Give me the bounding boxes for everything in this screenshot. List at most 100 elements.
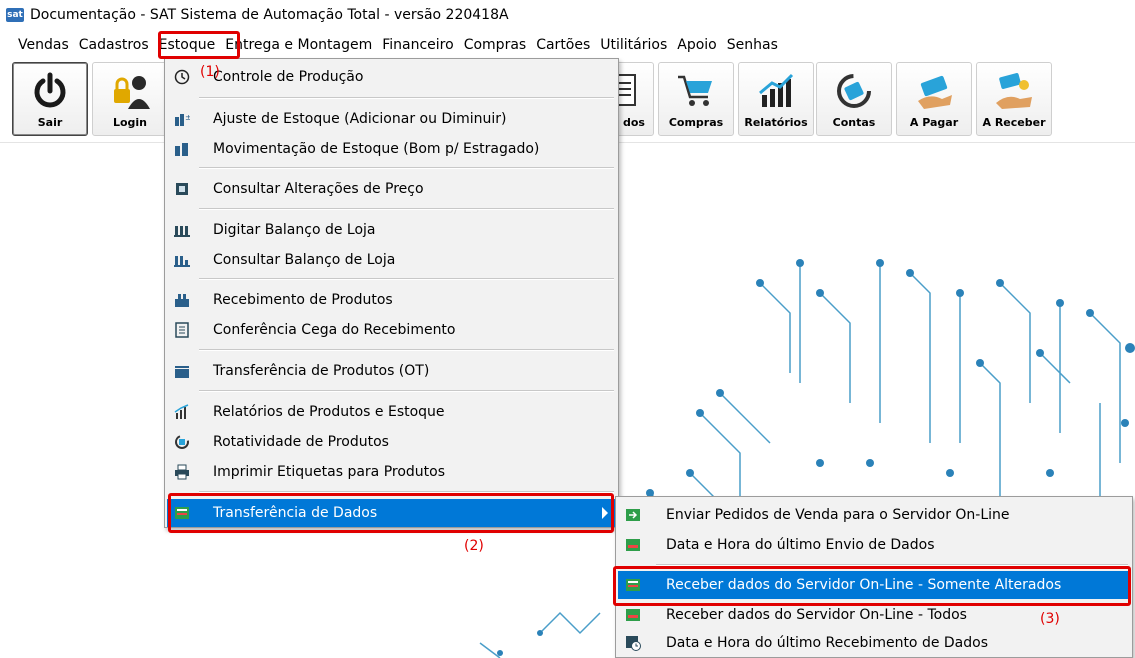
- sair-label: Sair: [37, 116, 63, 129]
- menu-senhas[interactable]: Senhas: [722, 34, 783, 56]
- relatorios-label: Relatórios: [744, 116, 808, 129]
- money-cycle-icon: [837, 74, 871, 108]
- menu-financeiro[interactable]: Financeiro: [377, 34, 458, 56]
- price-icon: [173, 180, 191, 198]
- login-button[interactable]: Login: [92, 62, 168, 136]
- login-label: Login: [112, 116, 148, 129]
- submenu-item-data-envio[interactable]: Data e Hora do último Envio de Dados: [618, 531, 1130, 559]
- submenu-item-label: Receber dados do Servidor On-Line - Todo…: [666, 607, 967, 623]
- menu-item-label: Consultar Alterações de Preço: [213, 181, 424, 197]
- annotation-label-1: (1): [200, 64, 220, 80]
- menu-item-label: Imprimir Etiquetas para Produtos: [213, 464, 446, 480]
- menu-compras[interactable]: Compras: [459, 34, 532, 56]
- pay-money-icon: [918, 75, 952, 109]
- menu-cadastros[interactable]: Cadastros: [74, 34, 154, 56]
- menu-bar: Vendas Cadastros Estoque Entrega e Monta…: [0, 34, 1135, 56]
- menu-item-movimentacao-estoque[interactable]: Movimentação de Estoque (Bom p/ Estragad…: [167, 135, 616, 163]
- menu-separator: [199, 390, 614, 392]
- transferencia-dados-submenu: Enviar Pedidos de Venda para o Servidor …: [615, 496, 1133, 658]
- checklist-icon: [173, 321, 191, 339]
- menu-utilitarios[interactable]: Utilitários: [595, 34, 672, 56]
- submenu-item-data-recebimento[interactable]: Data e Hora do último Recebimento de Dad…: [618, 629, 1130, 657]
- menu-item-transferencia-dados[interactable]: Transferência de Dados: [167, 499, 616, 527]
- menu-cartoes[interactable]: Cartões: [531, 34, 595, 56]
- menu-item-ajuste-estoque[interactable]: ± Ajuste de Estoque (Adicionar ou Diminu…: [167, 105, 616, 133]
- clock-icon: [173, 68, 191, 86]
- submenu-item-label: Enviar Pedidos de Venda para o Servidor …: [666, 507, 1010, 523]
- contas-label: Contas: [832, 116, 876, 129]
- data-transfer-icon: [173, 504, 191, 522]
- title-bar: sat Documentação - SAT Sistema de Automa…: [0, 0, 1135, 30]
- menu-item-transferencia-produtos[interactable]: Transferência de Produtos (OT): [167, 357, 616, 385]
- compras-button[interactable]: Compras: [658, 62, 734, 136]
- receive-money-icon: [996, 73, 1032, 109]
- menu-item-label: Transferência de Dados: [213, 505, 378, 521]
- menu-item-label: Recebimento de Produtos: [213, 292, 393, 308]
- balance-icon: [173, 221, 191, 239]
- sair-button[interactable]: Sair: [12, 62, 88, 136]
- apagar-button[interactable]: A Pagar: [896, 62, 972, 136]
- menu-item-imprimir-etiquetas[interactable]: Imprimir Etiquetas para Produtos: [167, 458, 616, 486]
- menu-separator: [199, 278, 614, 280]
- menu-estoque[interactable]: Estoque: [154, 34, 221, 56]
- svg-text:±: ±: [185, 113, 190, 122]
- menu-item-label: Transferência de Produtos (OT): [213, 363, 430, 379]
- cart-icon: [678, 75, 712, 106]
- menu-separator: [199, 167, 614, 169]
- contas-button[interactable]: Contas: [816, 62, 892, 136]
- stock-adjust-icon: ±: [173, 110, 191, 128]
- relatorios-button[interactable]: Relatórios: [738, 62, 814, 136]
- compras-label: Compras: [668, 116, 724, 129]
- menu-separator: [199, 97, 614, 99]
- menu-item-label: Controle de Produção: [213, 69, 364, 85]
- areceber-label: A Receber: [982, 116, 1046, 129]
- menu-item-label: Movimentação de Estoque (Bom p/ Estragad…: [213, 141, 540, 157]
- menu-entrega-montagem[interactable]: Entrega e Montagem: [220, 34, 377, 56]
- menu-item-conferencia-cega[interactable]: Conferência Cega do Recebimento: [167, 316, 616, 344]
- menu-apoio[interactable]: Apoio: [672, 34, 721, 56]
- send-time-icon: [624, 536, 642, 554]
- balance-query-icon: [173, 251, 191, 269]
- menu-item-controle-producao[interactable]: Controle de Produção: [167, 63, 616, 91]
- submenu-item-label: Data e Hora do último Envio de Dados: [666, 537, 935, 553]
- window-title: Documentação - SAT Sistema de Automação …: [30, 7, 509, 23]
- estoque-dropdown-menu: Controle de Produção ± Ajuste de Estoque…: [164, 58, 619, 528]
- menu-separator: [199, 349, 614, 351]
- transfer-icon: [173, 362, 191, 380]
- menu-item-label: Consultar Balanço de Loja: [213, 252, 396, 268]
- receive-all-icon: [624, 606, 642, 624]
- menu-item-label: Ajuste de Estoque (Adicionar ou Diminuir…: [213, 111, 507, 127]
- menu-item-label: Rotatividade de Produtos: [213, 434, 389, 450]
- menu-vendas[interactable]: Vendas: [0, 34, 74, 56]
- menu-separator: [199, 208, 614, 210]
- menu-item-digitar-balanco[interactable]: Digitar Balanço de Loja: [167, 216, 616, 244]
- apagar-label: A Pagar: [909, 116, 959, 129]
- menu-item-label: Conferência Cega do Recebimento: [213, 322, 456, 338]
- menu-item-consultar-alteracoes-preco[interactable]: Consultar Alterações de Preço: [167, 175, 616, 203]
- menu-item-label: Relatórios de Produtos e Estoque: [213, 404, 445, 420]
- menu-item-relatorios-produtos[interactable]: Relatórios de Produtos e Estoque: [167, 398, 616, 426]
- menu-item-label: Digitar Balanço de Loja: [213, 222, 376, 238]
- report-icon: [173, 403, 191, 421]
- send-icon: [624, 506, 642, 524]
- submenu-item-label: Receber dados do Servidor On-Line - Some…: [666, 577, 1062, 593]
- menu-item-rotatividade-produtos[interactable]: Rotatividade de Produtos: [167, 428, 616, 456]
- power-icon: [34, 72, 66, 108]
- menu-separator: [656, 564, 1128, 566]
- areceber-button[interactable]: A Receber: [976, 62, 1052, 136]
- annotation-label-2: (2): [464, 538, 484, 554]
- submenu-arrow-icon: [602, 507, 608, 519]
- pedidos-label: dos: [623, 116, 645, 129]
- menu-item-recebimento-produtos[interactable]: Recebimento de Produtos: [167, 286, 616, 314]
- menu-item-consultar-balanco[interactable]: Consultar Balanço de Loja: [167, 246, 616, 274]
- submenu-item-receber-alterados[interactable]: Receber dados do Servidor On-Line - Some…: [618, 571, 1130, 599]
- submenu-item-enviar-pedidos[interactable]: Enviar Pedidos de Venda para o Servidor …: [618, 501, 1130, 529]
- printer-icon: [173, 463, 191, 481]
- receive-changed-icon: [624, 576, 642, 594]
- submenu-item-label: Data e Hora do último Recebimento de Dad…: [666, 635, 988, 651]
- rotation-icon: [173, 433, 191, 451]
- receive-time-icon: [624, 634, 642, 652]
- annotation-label-3: (3): [1040, 611, 1060, 627]
- chart-icon: [759, 73, 794, 107]
- stock-move-icon: [173, 140, 191, 158]
